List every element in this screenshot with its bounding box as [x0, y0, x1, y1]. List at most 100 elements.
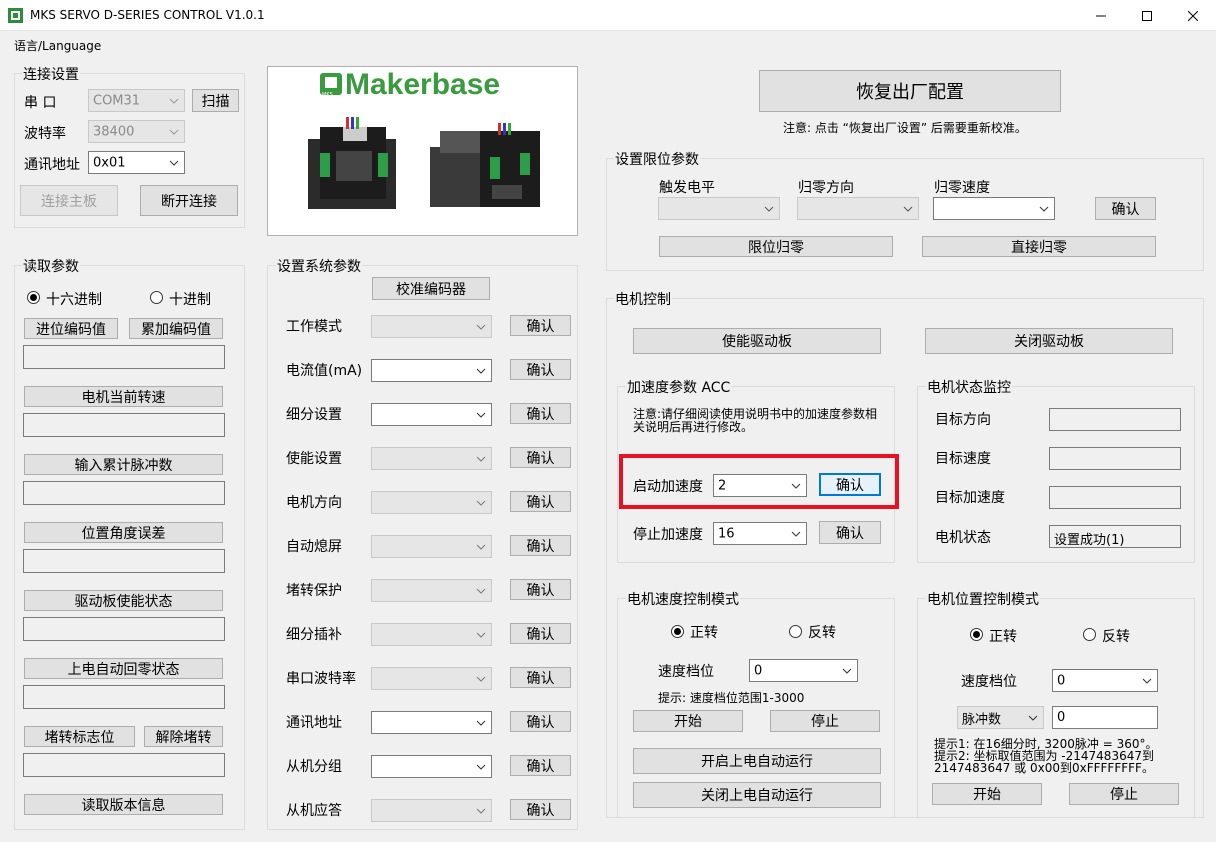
chevron-down-icon [476, 676, 486, 682]
speed-forward-radio[interactable] [671, 625, 684, 638]
accum-encoder-button[interactable]: 累加编码值 [129, 318, 223, 339]
read-params-title: 读取参数 [22, 256, 80, 276]
home-speed-select[interactable] [933, 197, 1055, 220]
motor-state-value: 设置成功(1) [1049, 525, 1181, 548]
menu-language[interactable]: 语言/Language [14, 37, 101, 54]
pulse-input[interactable]: 0 [1052, 706, 1158, 729]
maximize-button[interactable] [1124, 0, 1170, 31]
sys-row-select[interactable] [371, 447, 492, 470]
auto-run-off-button[interactable]: 关闭上电自动运行 [633, 782, 881, 808]
sys-row-confirm-button[interactable]: 确认 [510, 623, 571, 644]
sys-row-confirm-button[interactable]: 确认 [510, 315, 571, 336]
disconnect-button[interactable]: 断开连接 [140, 185, 238, 216]
stop-acc-select[interactable]: 16 [713, 522, 807, 545]
stall-flag-button[interactable]: 堵转标志位 [24, 726, 135, 747]
auto-run-on-button[interactable]: 开启上电自动运行 [633, 748, 881, 774]
factory-reset-button[interactable]: 恢复出厂配置 [759, 70, 1061, 112]
direct-home-button[interactable]: 直接归零 [922, 236, 1156, 257]
sys-row-select[interactable] [371, 315, 492, 338]
sys-row-select[interactable] [371, 711, 492, 734]
home-speed-label: 归零速度 [934, 180, 990, 196]
target-dir-value [1049, 408, 1181, 431]
acc-note: 注意:请仔细阅读使用说明书中的加速度参数相关说明后再进行修改。 [633, 407, 878, 434]
port-select[interactable]: COM31 [88, 89, 185, 112]
sys-row-confirm-button[interactable]: 确认 [510, 491, 571, 512]
minimize-button[interactable] [1078, 0, 1124, 31]
chevron-down-icon [1142, 678, 1152, 684]
stop-acc-label: 停止加速度 [633, 527, 703, 543]
sys-row-confirm-button[interactable]: 确认 [510, 799, 571, 820]
connect-button[interactable]: 连接主板 [20, 185, 118, 216]
dec-label: 十进制 [169, 292, 211, 308]
stop-acc-confirm-button[interactable]: 确认 [819, 521, 881, 544]
sys-row-confirm-button[interactable]: 确认 [510, 667, 571, 688]
sys-row-confirm-button[interactable]: 确认 [510, 359, 571, 380]
sys-row-select[interactable] [371, 491, 492, 514]
sys-row-label: 自动熄屏 [286, 539, 342, 555]
sys-row-label: 使能设置 [286, 451, 342, 467]
sys-params-title: 设置系统参数 [276, 256, 362, 276]
pos-stop-button[interactable]: 停止 [1069, 783, 1179, 805]
sys-row-confirm-button[interactable]: 确认 [510, 711, 571, 732]
home-dir-select[interactable] [797, 197, 919, 220]
read-version-button[interactable]: 读取版本信息 [24, 794, 223, 815]
brand-text: Makerbase [345, 68, 500, 101]
baud-select[interactable]: 38400 [88, 120, 185, 143]
chevron-down-icon [476, 544, 486, 550]
sys-row-label: 从机分组 [286, 759, 342, 775]
read-pulses-button[interactable]: 输入累计脉冲数 [24, 454, 223, 475]
pos-forward-radio[interactable] [970, 628, 983, 641]
sys-row-select[interactable] [371, 667, 492, 690]
close-button[interactable] [1170, 0, 1216, 31]
brand-logo-panel: Makerbase MKS [267, 66, 578, 236]
release-stall-button[interactable]: 解除堵转 [144, 726, 223, 747]
hex-radio[interactable] [27, 291, 40, 304]
encoder-value [23, 345, 225, 369]
sys-row-label: 细分插补 [286, 627, 342, 643]
limit-home-button[interactable]: 限位归零 [659, 236, 893, 257]
target-speed-value [1049, 447, 1181, 470]
sys-row-confirm-button[interactable]: 确认 [510, 403, 571, 424]
dec-radio[interactable] [150, 291, 163, 304]
pulse-type-select[interactable]: 脉冲数 [957, 706, 1044, 729]
pos-start-button[interactable]: 开始 [932, 783, 1042, 805]
scan-button[interactable]: 扫描 [192, 89, 239, 112]
port-label: 串 口 [24, 95, 57, 111]
sys-row-select[interactable] [371, 755, 492, 778]
sys-row-select[interactable] [371, 535, 492, 558]
limit-confirm-button[interactable]: 确认 [1095, 197, 1156, 220]
power-home-value [23, 685, 225, 709]
trigger-select[interactable] [658, 197, 780, 220]
pos-gear-select[interactable]: 0 [1052, 669, 1158, 692]
sys-row-select[interactable] [371, 799, 492, 822]
sys-row-select[interactable] [371, 359, 492, 382]
speed-start-button[interactable]: 开始 [633, 710, 743, 732]
speed-gear-select[interactable]: 0 [749, 659, 858, 682]
pos-forward-label: 正转 [989, 629, 1017, 645]
sys-row-confirm-button[interactable]: 确认 [510, 755, 571, 776]
motor-control-title: 电机控制 [614, 289, 672, 309]
enable-driver-button[interactable]: 使能驱动板 [633, 328, 881, 354]
sys-row-label: 电机方向 [286, 495, 342, 511]
read-angle-error-button[interactable]: 位置角度误差 [24, 522, 223, 543]
read-power-home-button[interactable]: 上电自动回零状态 [24, 658, 223, 679]
addr-select[interactable]: 0x01 [88, 151, 185, 174]
sys-row-select[interactable] [371, 623, 492, 646]
sys-row-confirm-button[interactable]: 确认 [510, 579, 571, 600]
read-enable-state-button[interactable]: 驱动板使能状态 [24, 590, 223, 611]
pos-reverse-radio[interactable] [1083, 628, 1096, 641]
sys-row-select[interactable] [371, 579, 492, 602]
sys-row-select[interactable] [371, 403, 492, 426]
speed-reverse-radio[interactable] [789, 625, 802, 638]
calibrate-encoder-button[interactable]: 校准编码器 [372, 277, 490, 300]
chevron-down-icon [1028, 715, 1038, 721]
enable-state-value [23, 617, 225, 641]
carry-encoder-button[interactable]: 进位编码值 [24, 318, 118, 339]
speed-gear-label: 速度档位 [658, 664, 714, 680]
speed-stop-button[interactable]: 停止 [770, 710, 880, 732]
connection-title: 连接设置 [22, 64, 80, 84]
sys-row-confirm-button[interactable]: 确认 [510, 535, 571, 556]
disable-driver-button[interactable]: 关闭驱动板 [925, 328, 1173, 354]
read-speed-button[interactable]: 电机当前转速 [24, 386, 223, 407]
sys-row-confirm-button[interactable]: 确认 [510, 447, 571, 468]
